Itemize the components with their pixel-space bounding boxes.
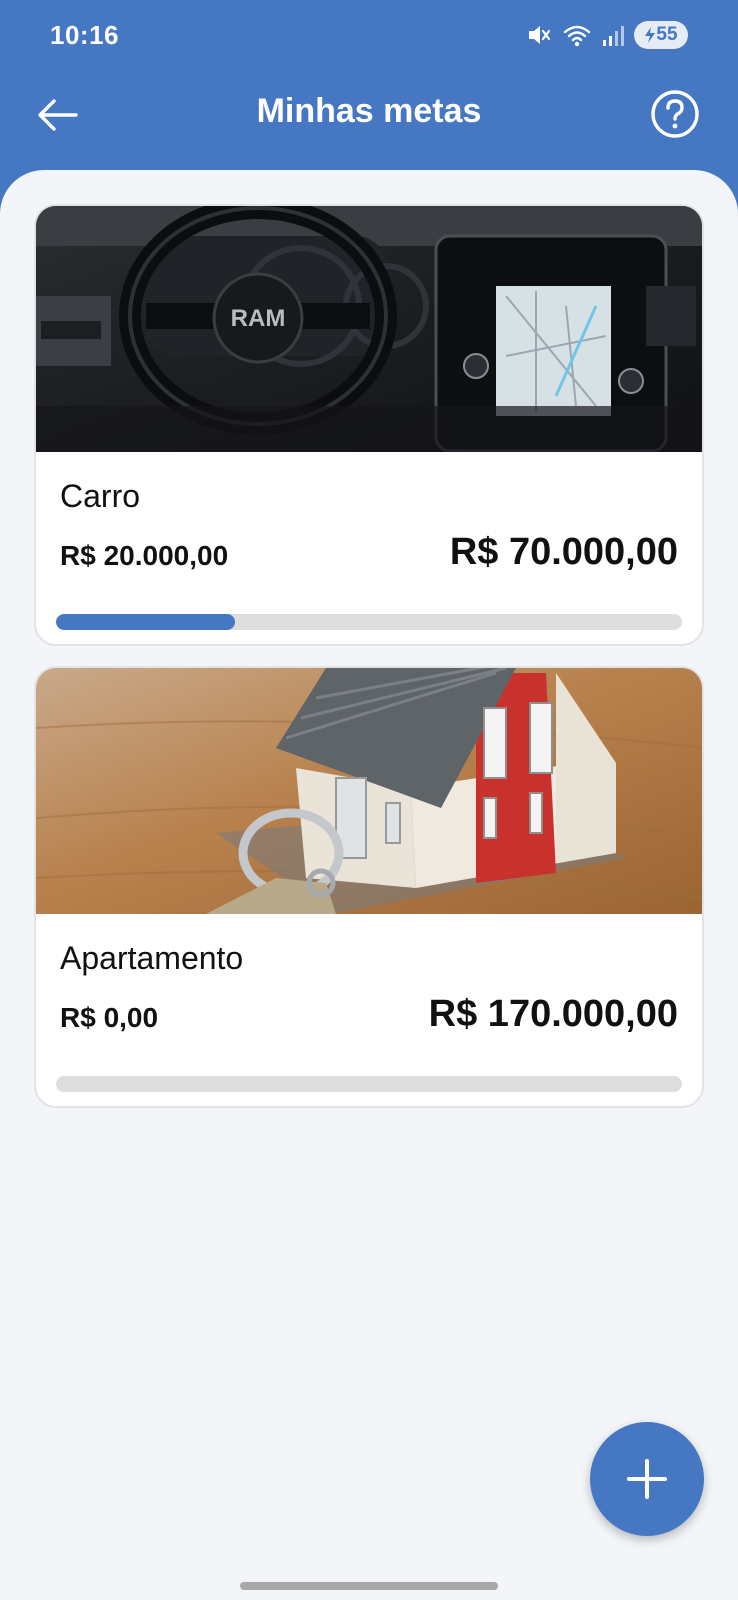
house-keys-photo — [36, 668, 702, 914]
home-indicator[interactable] — [240, 1582, 498, 1590]
battery-indicator: 55 — [634, 21, 688, 49]
goal-current-amount: R$ 20.000,00 — [60, 540, 229, 571]
goal-progress-bar — [56, 1076, 682, 1092]
goal-progress-bar — [56, 614, 682, 630]
goal-progress-fill — [56, 614, 235, 630]
goal-card-carro[interactable]: RAM Carro R$ 20.000,00 R$ 70.000,00 — [34, 204, 704, 646]
goals-list: RAM Carro R$ 20.000,00 R$ 70.000,00 Apar… — [0, 170, 738, 1600]
goal-current-amount: R$ 0,00 — [60, 1002, 159, 1033]
battery-level: 55 — [656, 24, 678, 45]
goal-target-amount: R$ 170.000,00 — [428, 993, 678, 1035]
status-time: 10:16 — [50, 20, 119, 50]
goal-target-amount: R$ 70.000,00 — [449, 531, 678, 573]
wifi-icon — [563, 25, 591, 47]
add-goal-button[interactable] — [590, 1422, 704, 1536]
plus-icon — [627, 1459, 667, 1499]
page-title: Minhas metas — [256, 92, 482, 130]
signal-icon — [603, 26, 624, 46]
app-bar: Minhas metas — [0, 70, 738, 170]
status-bar: 10:16 55 — [0, 0, 738, 70]
goal-name: Apartamento — [60, 940, 244, 976]
help-button[interactable] — [650, 89, 700, 139]
car-interior-photo: RAM — [36, 206, 702, 452]
status-icons: 55 — [526, 20, 688, 50]
question-circle-icon — [651, 90, 699, 138]
svg-text:RAM: RAM — [231, 305, 286, 332]
goal-name: Carro — [60, 478, 141, 514]
mute-icon — [529, 26, 551, 44]
battery-charging-icon — [645, 27, 656, 43]
goal-card-apartamento[interactable]: Apartamento R$ 0,00 R$ 170.000,00 — [34, 666, 704, 1108]
